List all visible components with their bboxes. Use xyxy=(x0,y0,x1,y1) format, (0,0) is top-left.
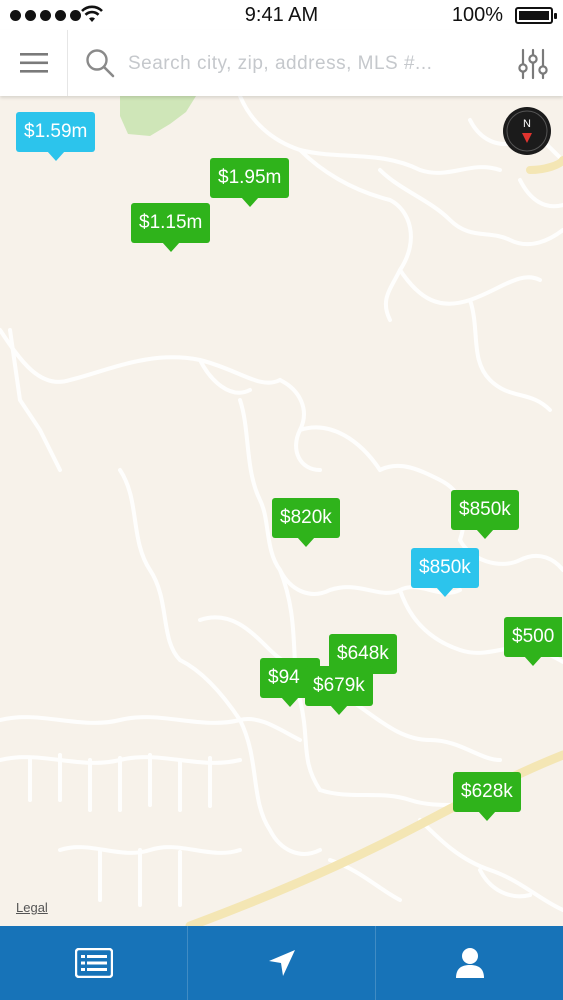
menu-button[interactable] xyxy=(0,30,68,96)
price-pin[interactable]: $628k xyxy=(453,772,521,821)
tab-account[interactable] xyxy=(376,926,563,1000)
price-pin[interactable]: $1.95m xyxy=(210,158,290,207)
bottom-tab-bar xyxy=(0,926,563,1000)
legal-link[interactable]: Legal xyxy=(16,900,48,915)
battery-icon xyxy=(515,7,557,24)
search-input[interactable] xyxy=(126,44,490,84)
map-view[interactable]: N $1.59m $1.95m $1.15m $820k $850k $850k… xyxy=(0,96,563,926)
svg-text:N: N xyxy=(523,118,531,130)
list-icon xyxy=(74,948,113,978)
filter-sliders-icon xyxy=(518,48,548,80)
search-icon xyxy=(86,49,115,78)
search-bar xyxy=(0,30,563,96)
price-pin[interactable]: $850k xyxy=(451,490,519,539)
price-pin[interactable]: $1.15m xyxy=(131,203,211,252)
hamburger-menu-icon xyxy=(19,53,48,73)
price-pin[interactable]: $679k xyxy=(305,666,373,715)
price-pin[interactable]: $850k xyxy=(411,548,479,597)
price-pin[interactable]: $500 xyxy=(504,617,563,666)
status-bar: 9:41 AM 100% xyxy=(0,0,563,30)
navigation-arrow-icon xyxy=(268,950,295,976)
tab-list-view[interactable] xyxy=(0,926,188,1000)
price-pin[interactable]: $1.59m xyxy=(16,112,96,161)
compass-icon[interactable]: N xyxy=(502,106,552,156)
filter-button[interactable] xyxy=(513,44,553,84)
price-pin[interactable]: $820k xyxy=(272,498,340,547)
tab-nearby[interactable] xyxy=(188,926,376,1000)
battery-percentage: 100% xyxy=(451,4,503,26)
person-icon xyxy=(455,948,484,978)
